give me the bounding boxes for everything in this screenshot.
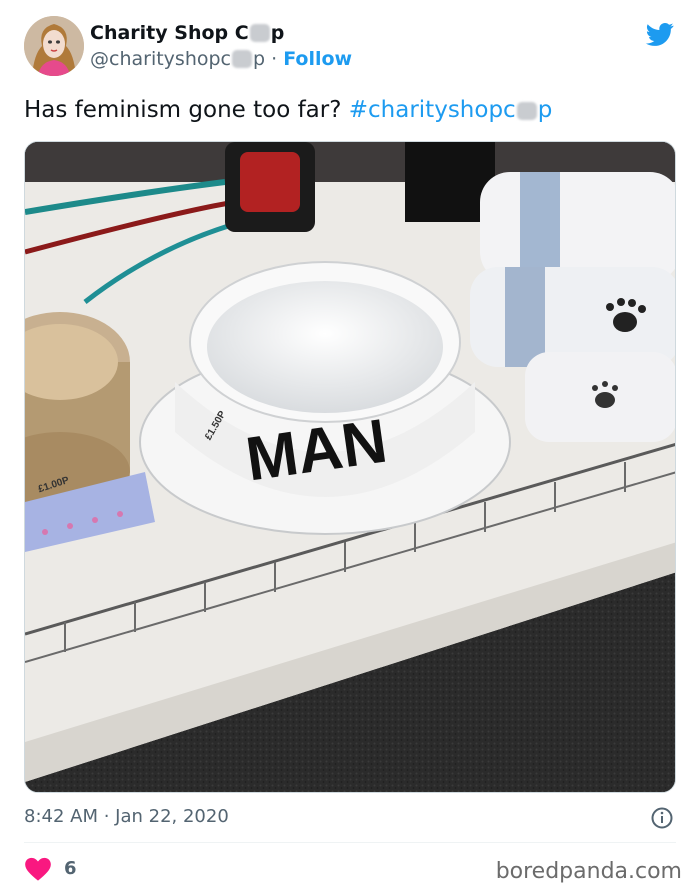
- handle-redaction: [232, 50, 252, 68]
- avatar[interactable]: [24, 16, 84, 76]
- tweet-photo[interactable]: MAN £1.50P £1.00P: [24, 141, 676, 793]
- like-count: 6: [64, 858, 77, 879]
- separator: ·: [265, 48, 284, 70]
- handle-row: @charityshopc p · Follow: [90, 46, 352, 72]
- divider: [24, 842, 676, 843]
- info-icon[interactable]: [650, 806, 674, 830]
- hashtag-redaction: [516, 102, 537, 120]
- display-name[interactable]: Charity Shop Cp: [90, 20, 352, 46]
- tweet-text: Has feminism gone too far? #charityshopc…: [24, 97, 553, 123]
- hashtag-link[interactable]: #charityshopc p: [349, 97, 553, 123]
- handle[interactable]: @charityshopc p: [90, 48, 265, 70]
- twitter-bird-icon[interactable]: [644, 20, 676, 48]
- tweet-header: Charity Shop Cp @charityshopc p · Follow: [24, 16, 676, 78]
- author-info: Charity Shop Cp @charityshopc p · Follow: [90, 20, 352, 72]
- follow-link[interactable]: Follow: [283, 48, 352, 70]
- name-redaction: [249, 24, 270, 42]
- watermark: boredpanda.com: [495, 859, 682, 884]
- timestamp[interactable]: 8:42 AM · Jan 22, 2020: [24, 804, 229, 830]
- heart-icon[interactable]: [24, 856, 52, 882]
